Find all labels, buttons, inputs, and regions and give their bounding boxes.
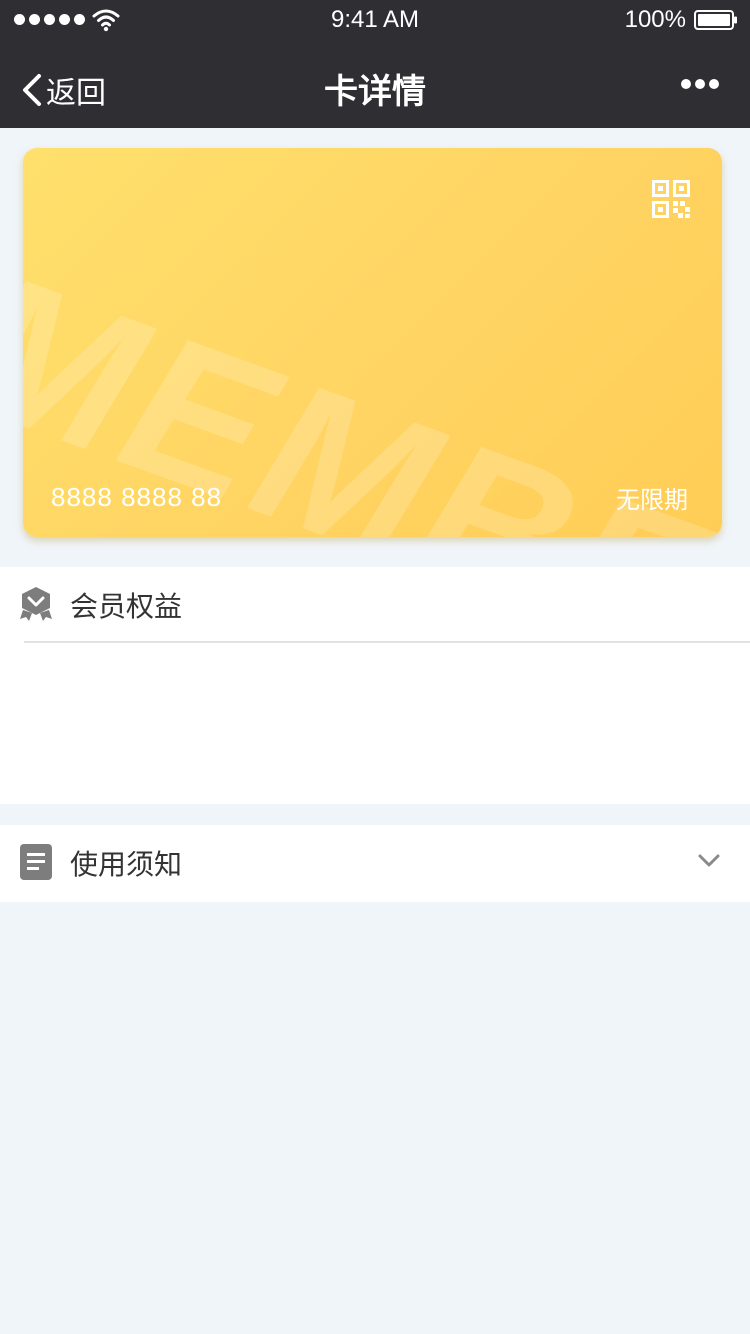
chevron-down-icon[interactable] [698, 853, 720, 869]
battery-percentage: 100% [624, 6, 686, 33]
status-bar: 9:41 AM 100% [0, 0, 750, 40]
usage-notice-title: 使用须知 [70, 848, 183, 881]
member-benefits-section: 会员权益 [0, 567, 750, 804]
more-options-icon[interactable] [680, 78, 720, 90]
battery-icon [694, 10, 737, 30]
top-bar: 9:41 AM 100% 返回 卡详情 [0, 0, 750, 128]
usage-notice-section[interactable]: 使用须知 [0, 825, 750, 902]
document-icon [20, 844, 52, 880]
section-divider [24, 641, 750, 643]
member-card: MEMBER 8888 8888 88 无限期 [23, 148, 722, 537]
member-badge-icon [20, 587, 52, 621]
card-expiry: 无限期 [616, 486, 688, 514]
member-benefits-header: 会员权益 [0, 567, 750, 641]
card-number: 8888 8888 88 [51, 482, 223, 512]
page-title: 卡详情 [324, 72, 426, 112]
member-benefits-title: 会员权益 [70, 590, 183, 623]
qr-code-icon[interactable] [652, 180, 690, 218]
navigation-bar: 返回 卡详情 [0, 40, 750, 128]
